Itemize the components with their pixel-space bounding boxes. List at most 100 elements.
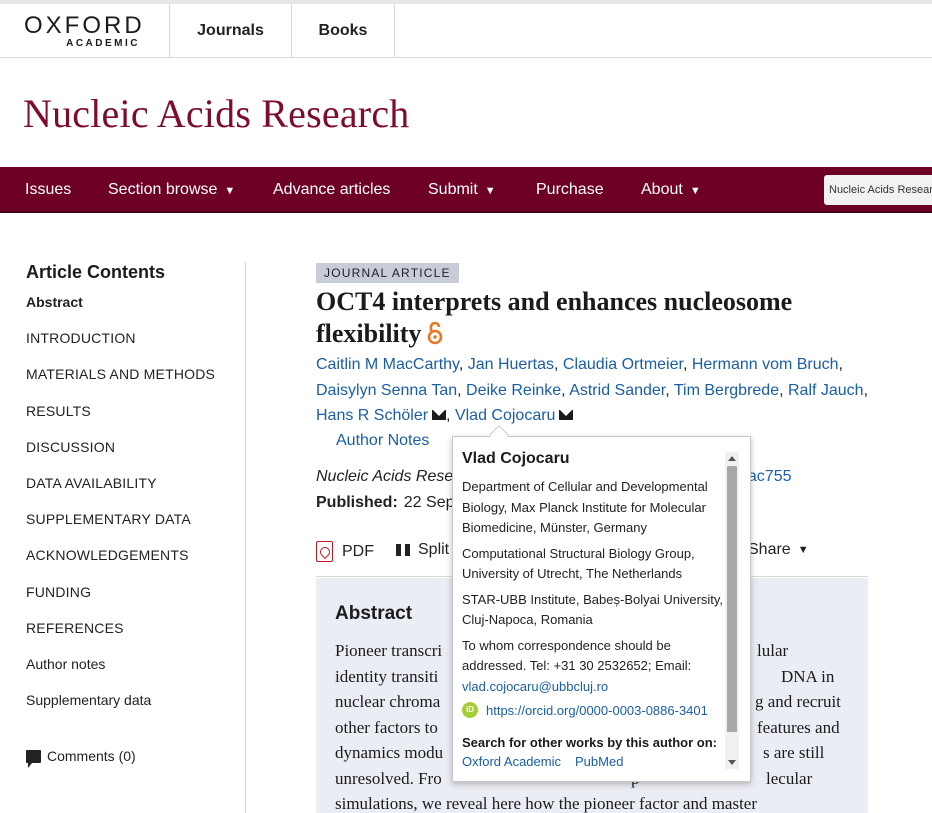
published-date: 22 Sep xyxy=(403,494,455,511)
author-link[interactable]: Deike Reinke xyxy=(466,382,561,399)
popup-affiliation: Computational Structural Biology Group, … xyxy=(462,545,695,582)
open-access-icon xyxy=(428,321,443,345)
abstract-fragment: s are still xyxy=(763,743,825,762)
popup-search-label: Search for other works by this author on… xyxy=(462,735,717,750)
author-line-2: Daisylyn Senna Tan, Deike Reinke, Astrid… xyxy=(316,381,869,399)
nav-section-browse[interactable]: Section browse ▼ xyxy=(108,167,235,213)
abstract-fragment: lecular xyxy=(766,768,813,788)
tab-books[interactable]: Books xyxy=(291,4,395,57)
sidebar-divider xyxy=(245,262,246,813)
abstract-fragment: DNA in xyxy=(781,666,835,686)
split-view-icon xyxy=(396,544,410,556)
sidebar-item-funding[interactable]: FUNDING xyxy=(26,584,246,620)
author-link[interactable]: Hans R Schöler xyxy=(316,407,428,424)
sidebar-item-results[interactable]: RESULTS xyxy=(26,403,246,439)
split-label: Split xyxy=(418,541,450,558)
author-link[interactable]: Hermann vom Bruch xyxy=(692,356,839,373)
sidebar-item-introduction[interactable]: INTRODUCTION xyxy=(26,330,246,366)
split-view-button[interactable]: Split xyxy=(396,541,449,559)
sidebar-item-materials-methods[interactable]: MATERIALS AND METHODS xyxy=(26,366,246,402)
author-line-3: Hans R Schöler, Vlad Cojocaru xyxy=(316,403,876,429)
nav-advance-articles[interactable]: Advance articles xyxy=(273,167,390,213)
pdf-icon xyxy=(316,541,333,562)
nav-issues[interactable]: Issues xyxy=(25,167,71,213)
author-info-popup: Vlad Cojocaru Department of Cellular and… xyxy=(452,436,751,782)
published-line: Published: 22 Sep xyxy=(316,494,455,512)
scrollbar-thumb[interactable] xyxy=(727,466,737,732)
chevron-down-icon: ▼ xyxy=(689,185,701,197)
popup-correspondence-text: To whom correspondence should be address… xyxy=(462,637,692,674)
envelope-icon[interactable] xyxy=(432,410,447,420)
comment-icon xyxy=(26,749,41,768)
sidebar-item-author-notes[interactable]: Author notes xyxy=(26,656,246,692)
orcid-icon: iD xyxy=(462,702,478,718)
top-nav: Journals Books xyxy=(169,4,395,57)
scroll-down-icon[interactable] xyxy=(728,760,736,765)
author-link[interactable]: Astrid Sander xyxy=(569,382,665,399)
article-title-line2: flexibility xyxy=(316,319,422,348)
journal-title[interactable]: Nucleic Acids Research xyxy=(23,90,409,137)
sidebar-item-data-availability[interactable]: DATA AVAILABILITY xyxy=(26,475,246,511)
author-link-active[interactable]: Vlad Cojocaru xyxy=(455,407,556,424)
author-list: Caitlin M MacCarthy, Jan Huertas, Claudi… xyxy=(316,352,876,429)
main-nav: Issues Section browse ▼ Advance articles … xyxy=(0,167,932,213)
sidebar-item-discussion[interactable]: DISCUSSION xyxy=(26,439,246,475)
search-scope-select[interactable]: Nucleic Acids Resear xyxy=(824,175,932,205)
nav-submit-label: Submit xyxy=(428,181,478,198)
abstract-fragment: lular xyxy=(757,641,789,660)
author-link[interactable]: Daisylyn Senna Tan xyxy=(316,382,457,399)
popup-search-links: Oxford Academic PubMed xyxy=(462,754,724,769)
author-notes-link[interactable]: Author Notes xyxy=(336,432,429,450)
share-button[interactable]: Share ▼ xyxy=(748,541,809,559)
abstract-line: simulations, we reveal here how the pion… xyxy=(335,791,855,813)
citation-text: Nucleic Acids Resea xyxy=(316,468,463,485)
sidebar-item-references[interactable]: REFERENCES xyxy=(26,620,246,656)
popup-affiliation: Department of Cellular and Developmental… xyxy=(462,479,708,535)
oxford-academic-logo[interactable]: OXFORD ACADEMIC xyxy=(24,12,154,50)
orcid-link[interactable]: iD https://orcid.org/0000-0003-0886-3401 xyxy=(462,702,724,718)
author-link[interactable]: Jan Huertas xyxy=(468,356,554,373)
abstract-fragment: features and xyxy=(757,717,840,737)
pdf-label: PDF xyxy=(342,542,374,560)
nav-section-browse-label: Section browse xyxy=(108,181,218,198)
article-title-line1: OCT4 interprets and enhances nucleosome xyxy=(316,287,793,316)
logo-academic: ACADEMIC xyxy=(66,38,140,49)
chevron-down-icon: ▼ xyxy=(224,185,236,197)
author-popup-content: Vlad Cojocaru Department of Cellular and… xyxy=(462,450,724,769)
comments-link[interactable]: Comments (0) xyxy=(26,748,136,768)
nav-submit[interactable]: Submit ▼ xyxy=(428,167,496,213)
search-pubmed-link[interactable]: PubMed xyxy=(575,754,623,769)
popup-scrollbar[interactable] xyxy=(725,452,739,769)
abstract-fragment: dynamics modu xyxy=(335,743,444,762)
sidebar-title: Article Contents xyxy=(26,262,166,282)
abstract-fragment: Pioneer transcri xyxy=(335,641,443,660)
popup-correspondence: To whom correspondence should be address… xyxy=(462,636,724,698)
sidebar-item-supplementary-data-upper[interactable]: SUPPLEMENTARY DATA xyxy=(26,511,246,547)
pdf-button[interactable]: PDF xyxy=(316,541,374,562)
abstract-fragment: nuclear chroma xyxy=(335,692,441,711)
published-label: Published: xyxy=(316,494,398,511)
scroll-up-icon[interactable] xyxy=(728,456,736,461)
logo-oxford: OXFORD xyxy=(24,12,145,39)
author-link[interactable]: Ralf Jauch xyxy=(788,382,864,399)
abstract-fragment: other factors to xyxy=(335,717,438,737)
chevron-down-icon: ▼ xyxy=(797,544,809,556)
abstract-fragment: unresolved. Fro xyxy=(335,768,442,788)
article-contents-sidebar: Article Contents Abstract INTRODUCTION M… xyxy=(26,262,246,728)
nav-about[interactable]: About ▼ xyxy=(641,167,701,213)
abstract-fragment: g and recruit xyxy=(755,692,841,711)
share-label: Share xyxy=(748,541,791,558)
author-link[interactable]: Tim Bergbrede xyxy=(674,382,779,399)
sidebar-item-abstract[interactable]: Abstract xyxy=(26,294,246,330)
chevron-down-icon: ▼ xyxy=(484,185,496,197)
sidebar-item-supplementary-data[interactable]: Supplementary data xyxy=(26,692,246,728)
envelope-icon[interactable] xyxy=(559,410,574,420)
popup-email-link[interactable]: vlad.cojocaru@ubbcluj.ro xyxy=(462,679,608,694)
article-title: OCT4 interprets and enhances nucleosome … xyxy=(316,286,876,350)
sidebar-item-acknowledgements[interactable]: ACKNOWLEDGEMENTS xyxy=(26,547,246,583)
search-oxford-academic-link[interactable]: Oxford Academic xyxy=(462,754,561,769)
author-link[interactable]: Claudia Ortmeier xyxy=(563,356,683,373)
author-link[interactable]: Caitlin M MacCarthy xyxy=(316,356,459,373)
tab-journals[interactable]: Journals xyxy=(169,4,291,57)
nav-purchase[interactable]: Purchase xyxy=(536,167,604,213)
